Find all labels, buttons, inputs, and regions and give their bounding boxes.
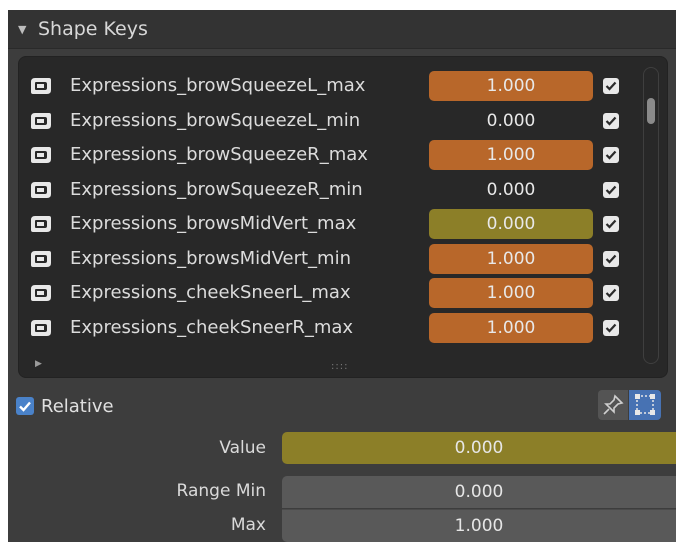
shape-key-name[interactable]: Expressions_cheekSneerL_max [70,282,351,303]
checkmark-icon [605,219,617,229]
shape-key-value[interactable]: 1.000 [429,243,593,274]
shape-key-row[interactable]: Expressions_browsMidVert_min 1.000 [19,242,639,276]
edit-mode-icon [635,394,655,415]
checkmark-icon [605,81,617,91]
shape-key-row[interactable]: Expressions_cheekSneerL_max 1.000 [19,276,639,310]
pin-icon [603,394,624,415]
shape-key-value[interactable]: 0.000 [429,175,593,205]
scrollbar-thumb[interactable] [647,98,655,124]
checkmark-icon [605,185,617,195]
max-field[interactable]: 1.000 [282,509,676,542]
checkmark-icon [605,254,617,264]
shape-key-value[interactable]: 1.000 [429,71,593,101]
shape-key-icon [31,285,51,301]
shape-key-icon [31,319,51,336]
shape-key-icon [31,181,51,198]
edit-mode-button[interactable] [629,390,661,420]
shape-key-value[interactable]: 0.000 [429,106,593,136]
collapse-triangle-icon[interactable]: ▼ [18,23,32,36]
checkmark-icon [605,116,617,126]
pin-button[interactable] [598,390,628,420]
shape-keys-panel: ▼ Shape Keys Expressions_browSqueezeL_ma… [8,10,676,542]
shape-key-name[interactable]: Expressions_browSqueezeR_max [70,144,368,165]
checkmark-icon [605,150,617,160]
relative-label: Relative [41,395,114,417]
shape-key-name[interactable]: Expressions_browSqueezeL_min [70,110,360,131]
shape-key-icon [31,216,51,232]
mute-checkbox[interactable] [603,319,619,336]
shape-key-value[interactable]: 0.000 [429,209,593,239]
value-field[interactable]: 0.000 [282,432,676,464]
list-scrollbar[interactable] [643,67,659,364]
shape-key-icon [31,147,51,163]
list-expand-arrow-icon[interactable]: ▶ [35,359,42,369]
shape-key-row[interactable]: Expressions_browSqueezeR_min 0.000 [19,173,639,207]
panel-title: Shape Keys [38,18,148,40]
shape-key-name[interactable]: Expressions_browsMidVert_min [70,248,351,269]
relative-checkbox[interactable] [16,397,34,415]
shape-key-icon [31,78,51,94]
mute-checkbox[interactable] [603,216,619,232]
shape-key-row[interactable]: Expressions_browSqueezeR_max 1.000 [19,138,639,172]
shape-key-name[interactable]: Expressions_browSqueezeL_max [70,75,365,96]
range-min-label: Range Min [176,481,266,501]
shape-key-name[interactable]: Expressions_browsMidVert_max [70,213,356,234]
shape-key-icon [31,112,51,129]
mute-checkbox[interactable] [603,112,619,129]
shape-key-row[interactable]: Expressions_browsMidVert_max 0.000 [19,207,639,241]
shape-key-name[interactable]: Expressions_cheekSneerR_max [70,317,353,338]
mute-checkbox[interactable] [603,181,619,198]
panel-header[interactable]: ▼ Shape Keys [8,10,676,49]
shape-key-value[interactable]: 1.000 [429,140,593,170]
mute-checkbox[interactable] [603,78,619,94]
shape-key-row[interactable]: Expressions_browSqueezeL_min 0.000 [19,104,639,138]
shape-key-name[interactable]: Expressions_browSqueezeR_min [70,179,363,200]
range-min-field[interactable]: 0.000 [282,476,676,508]
shape-key-value[interactable]: 1.000 [429,312,593,343]
relative-toggle[interactable]: Relative [16,394,114,418]
mute-checkbox[interactable] [603,147,619,163]
checkmark-icon [605,323,617,333]
shape-key-icon [31,250,51,267]
shape-key-row[interactable]: Expressions_browSqueezeL_max 1.000 [19,69,639,103]
checkmark-icon [605,288,617,298]
shape-key-row[interactable]: Expressions_cheekSneerR_max 1.000 [19,311,639,345]
mute-checkbox[interactable] [603,250,619,267]
max-label: Max [230,515,266,535]
list-resize-grip-icon[interactable]: :::: [331,361,348,372]
shape-key-value[interactable]: 1.000 [429,278,593,308]
mute-checkbox[interactable] [603,285,619,301]
value-label: Value [219,438,266,458]
shape-key-list: Expressions_browSqueezeL_max 1.000 Express… [18,56,668,378]
